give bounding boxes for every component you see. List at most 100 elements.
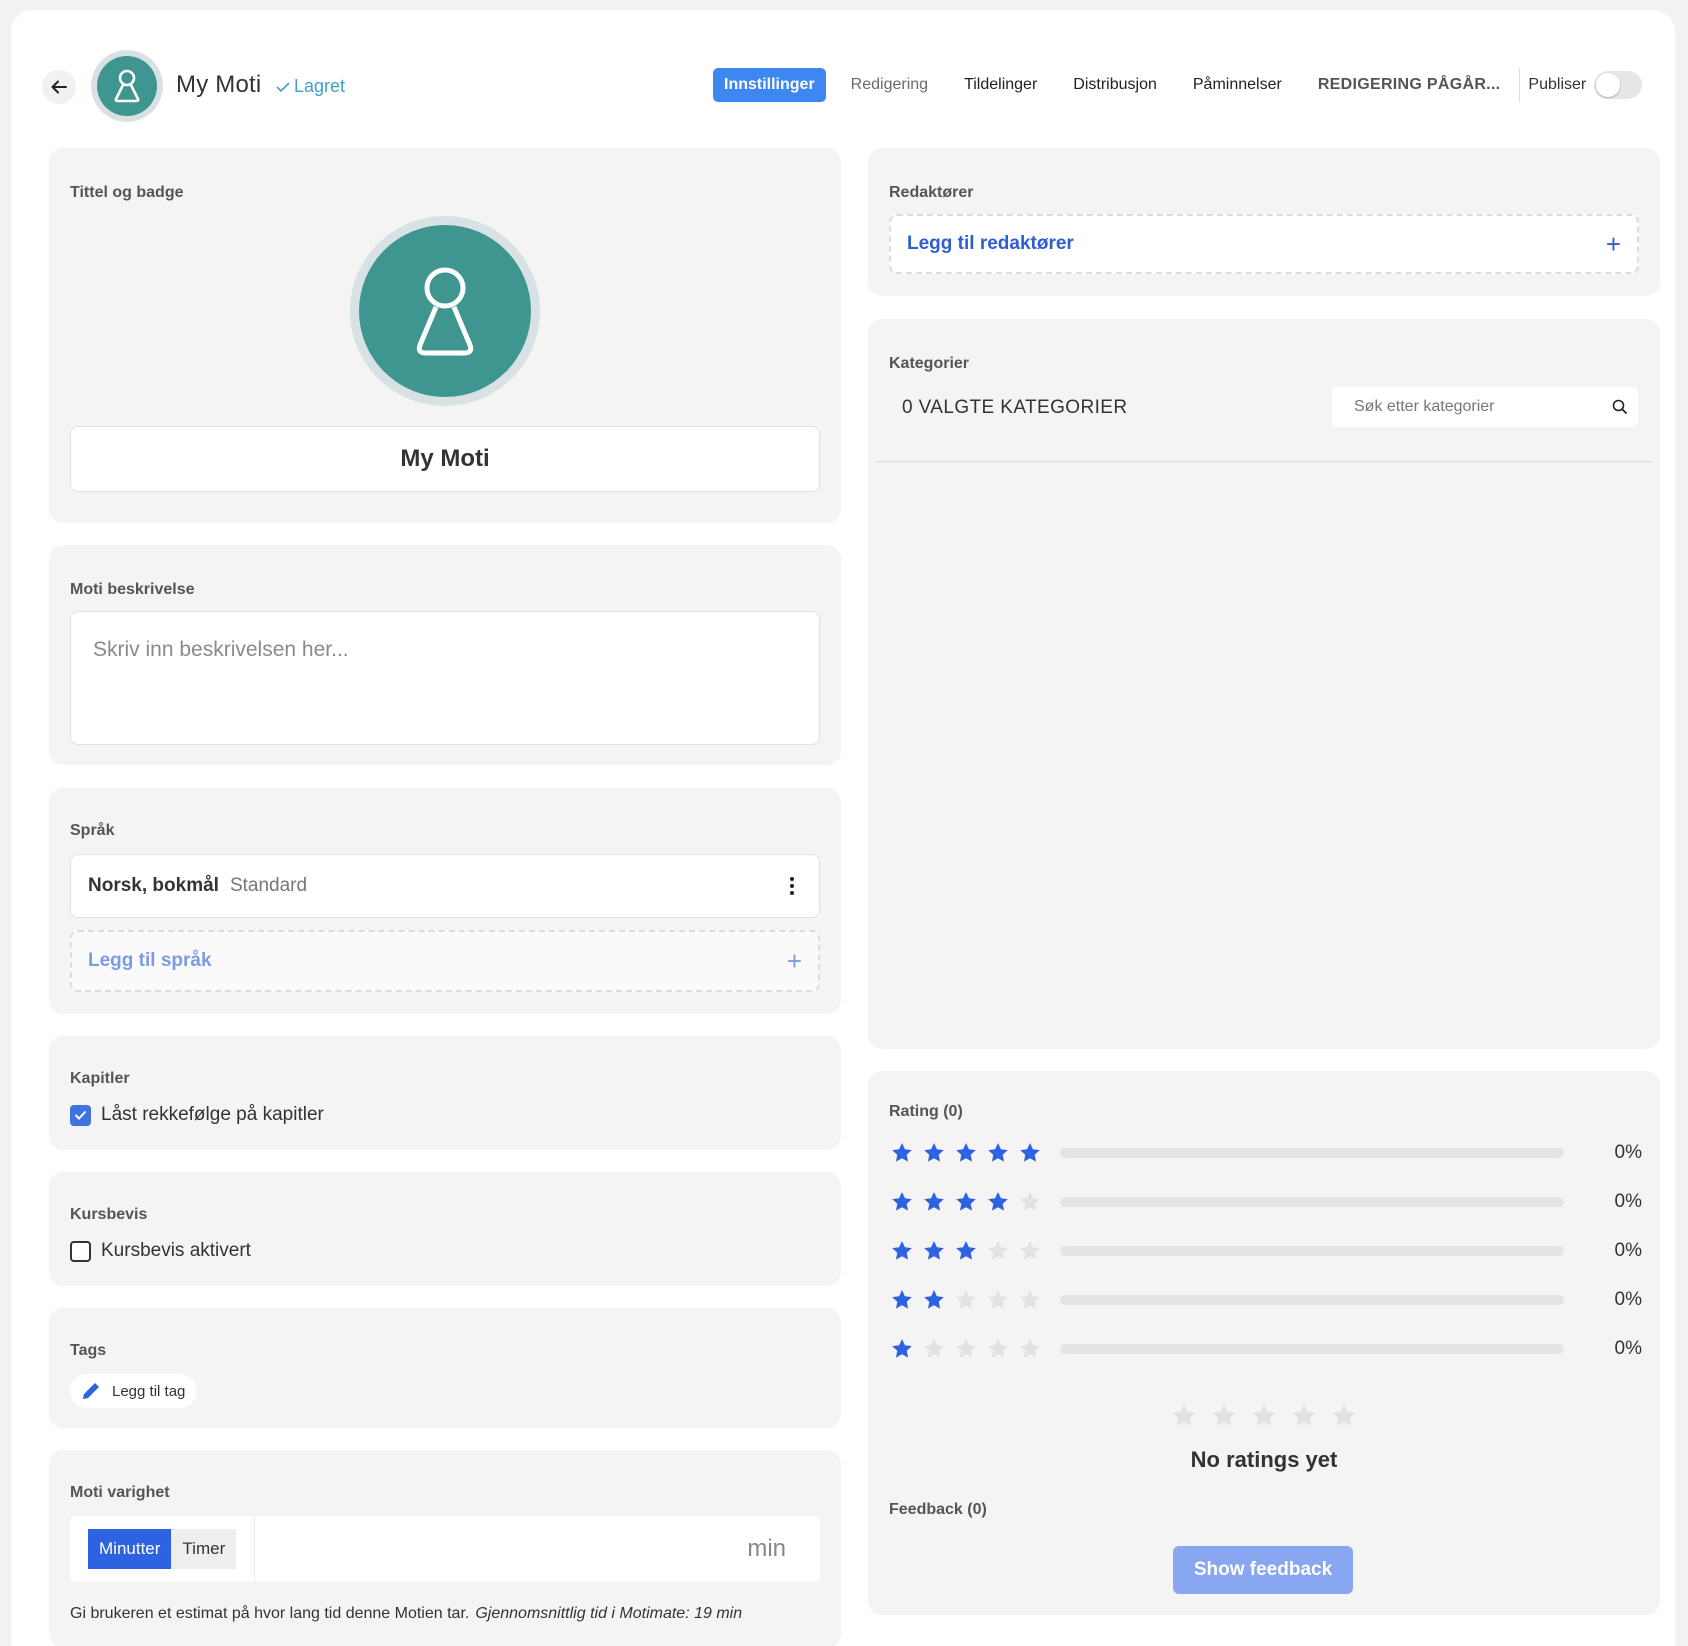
rating-bar — [1060, 1246, 1564, 1256]
star-icon — [988, 1192, 1008, 1211]
rating-row: 0% — [890, 1190, 1642, 1214]
plus-icon: + — [786, 945, 802, 976]
tab-innstillinger[interactable]: Innstillinger — [713, 68, 826, 102]
star-icon — [988, 1290, 1008, 1309]
publish-toggle[interactable] — [1594, 71, 1643, 99]
locked-order-checkbox[interactable] — [70, 1104, 91, 1126]
rating-percent: 0% — [1614, 1191, 1642, 1212]
star-icon — [892, 1143, 912, 1162]
star-icon — [892, 1192, 912, 1211]
duration-row: Minutter Timer min — [70, 1516, 820, 1582]
star-icon — [924, 1241, 944, 1260]
tab-tildelinger[interactable]: Tildelinger — [953, 68, 1048, 102]
language-name: Norsk, bokmål — [88, 875, 219, 896]
saved-label: Lagret — [294, 76, 346, 96]
category-search — [1332, 387, 1638, 427]
star-icon — [988, 1143, 1008, 1162]
duration-hint: Gi brukeren et estimat på hvor lang tid … — [70, 1605, 742, 1623]
certificate-card: Kursbevis Kursbevis aktivert — [49, 1172, 841, 1286]
add-editors-label: Legg til redaktører — [907, 233, 1074, 254]
categories-card: Kategorier 0 VALGTE KATEGORIER — [868, 319, 1660, 1049]
rating-stars — [890, 1337, 1060, 1361]
duration-input[interactable] — [255, 1516, 747, 1582]
plus-icon: + — [1605, 228, 1621, 259]
add-tag-label: Legg til tag — [112, 1382, 186, 1400]
section-title: Språk — [70, 822, 115, 839]
feedback-title: Feedback (0) — [889, 1501, 987, 1518]
rating-row: 0% — [890, 1288, 1642, 1312]
star-icon — [1292, 1404, 1316, 1427]
section-title: Moti beskrivelse — [70, 581, 195, 598]
page: My Moti Lagret Innstillinger Redigering … — [11, 10, 1675, 1646]
unit-option-minutter[interactable]: Minutter — [88, 1529, 172, 1569]
category-search-input[interactable] — [1354, 398, 1612, 416]
star-icon — [1020, 1290, 1040, 1309]
rating-bar — [1060, 1295, 1564, 1305]
locked-order-label: Låst rekkefølge på kapitler — [101, 1104, 324, 1125]
empty-rating-stars — [1170, 1402, 1358, 1430]
star-icon — [956, 1143, 976, 1162]
star-icon — [956, 1192, 976, 1211]
back-button[interactable] — [42, 70, 76, 104]
rating-stars — [890, 1288, 1060, 1312]
check-icon — [74, 1110, 87, 1120]
add-language-button[interactable]: Legg til språk + — [70, 930, 820, 992]
rating-stars — [890, 1239, 1060, 1263]
rating-row: 0% — [890, 1239, 1642, 1263]
tab-paminnelser[interactable]: Påminnelser — [1182, 68, 1293, 102]
star-icon — [924, 1290, 944, 1309]
divider — [1519, 68, 1521, 102]
tab-redigering[interactable]: Redigering — [840, 68, 939, 102]
section-title: Moti varighet — [70, 1484, 170, 1501]
star-icon — [924, 1339, 944, 1358]
pawn-icon — [114, 69, 140, 103]
description-input[interactable]: Skriv inn beskrivelsen her... — [70, 611, 820, 745]
rating-bar — [1060, 1148, 1564, 1158]
star-icon — [988, 1339, 1008, 1358]
unit-option-timer[interactable]: Timer — [171, 1529, 236, 1569]
star-icon — [924, 1192, 944, 1211]
duration-hint-text: Gi brukeren et estimat på hvor lang tid … — [70, 1605, 470, 1622]
star-icon — [956, 1290, 976, 1309]
description-card: Moti beskrivelse Skriv inn beskrivelsen … — [49, 545, 841, 765]
rating-row: 0% — [890, 1337, 1642, 1361]
certificate-checkbox[interactable] — [70, 1240, 91, 1262]
section-title: Rating (0) — [889, 1103, 963, 1120]
section-title: Tags — [70, 1342, 107, 1359]
add-tag-button[interactable]: Legg til tag — [70, 1374, 198, 1408]
star-icon — [1252, 1404, 1276, 1427]
show-feedback-button[interactable]: Show feedback — [1173, 1546, 1353, 1594]
check-icon — [276, 81, 290, 92]
star-icon — [1020, 1192, 1040, 1211]
star-icon — [1020, 1143, 1040, 1162]
rating-stars — [890, 1190, 1060, 1214]
search-icon[interactable] — [1612, 399, 1628, 415]
page-title: My Moti — [176, 71, 262, 98]
rating-percent: 0% — [1614, 1338, 1642, 1359]
toggle-knob — [1596, 73, 1621, 97]
badge-image[interactable] — [350, 216, 540, 406]
title-input[interactable]: My Moti — [70, 426, 820, 492]
rating-percent: 0% — [1614, 1289, 1642, 1310]
star-icon — [1020, 1339, 1040, 1358]
certificate-label: Kursbevis aktivert — [101, 1240, 251, 1261]
rating-bar — [1060, 1344, 1564, 1354]
language-row[interactable]: Norsk, bokmål Standard — [70, 854, 820, 918]
kebab-menu-icon[interactable] — [782, 873, 802, 899]
star-icon — [1172, 1404, 1196, 1427]
star-icon — [1020, 1241, 1040, 1260]
add-language-label: Legg til språk — [88, 950, 212, 971]
rating-card: Rating (0) 0% 0% 0% 0% 0% No ratings yet Fee… — [868, 1071, 1660, 1615]
pencil-icon — [83, 1383, 99, 1399]
duration-unit-suffix: min — [747, 1535, 786, 1562]
title-badge-card: Tittel og badge My Moti — [49, 148, 841, 523]
tab-distribusjon[interactable]: Distribusjon — [1062, 68, 1168, 102]
pawn-icon — [416, 267, 474, 356]
star-icon — [1212, 1404, 1236, 1427]
saved-status: Lagret — [276, 76, 345, 97]
star-icon — [892, 1339, 912, 1358]
add-editors-button[interactable]: Legg til redaktører + — [889, 214, 1639, 274]
star-icon — [956, 1339, 976, 1358]
arrow-left-icon — [51, 80, 67, 94]
star-icon — [892, 1290, 912, 1309]
